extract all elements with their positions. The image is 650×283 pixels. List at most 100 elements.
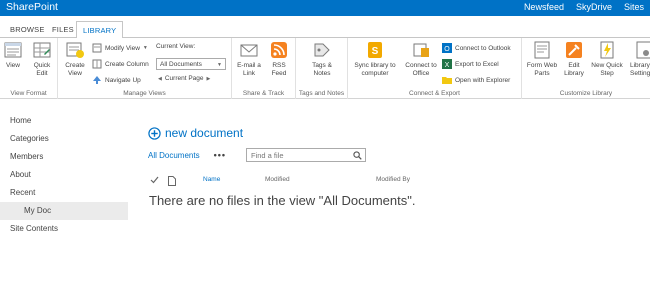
sharepoint-brand[interactable]: SharePoint: [6, 1, 58, 13]
current-view-label: Current View:: [156, 43, 196, 50]
column-header-name[interactable]: Name: [203, 176, 220, 183]
view-icon: [4, 42, 22, 58]
tags-notes-button[interactable]: Tags & Notes: [306, 40, 338, 77]
group-share-track: E-mail a Link RSS Feed Share & Track: [232, 38, 296, 99]
email-icon: [240, 44, 258, 57]
export-excel-label: Export to Excel: [455, 60, 499, 68]
chevron-right-icon: ▶: [206, 75, 211, 82]
library-settings-label: Library Settings: [630, 62, 650, 77]
search-icon[interactable]: [353, 151, 362, 160]
tab-library[interactable]: LIBRARY: [76, 21, 124, 39]
email-link-button[interactable]: E-mail a Link: [235, 40, 263, 77]
chevron-down-icon: ▼: [217, 62, 222, 68]
open-explorer-button[interactable]: Open with Explorer: [442, 75, 510, 85]
view-label: View: [6, 62, 20, 69]
nav-item-my-doc[interactable]: My Doc: [0, 202, 128, 220]
create-column-icon: [92, 59, 102, 69]
svg-text:S: S: [372, 46, 379, 57]
nav-item-categories[interactable]: Categories: [0, 130, 128, 148]
connect-outlook-label: Connect to Outlook: [455, 44, 511, 52]
current-view-select[interactable]: All Documents ▼: [156, 58, 226, 70]
library-settings-button[interactable]: Library Settings: [630, 40, 650, 77]
column-header-modified[interactable]: Modified: [265, 176, 290, 183]
select-all-checkmark-icon[interactable]: [150, 176, 159, 186]
customize-library-group-label: Customize Library: [559, 90, 613, 97]
tools-icon: [566, 42, 582, 58]
edit-library-button[interactable]: Edit Library: [560, 40, 588, 77]
column-header-modified-by[interactable]: Modified By: [376, 176, 410, 183]
sites-link[interactable]: Sites: [624, 2, 644, 12]
rss-feed-label: RSS Feed: [271, 62, 287, 77]
form-web-parts-label: Form Web Parts: [526, 62, 558, 77]
modify-view-button[interactable]: Modify View ▼: [92, 43, 148, 53]
newsfeed-link[interactable]: Newsfeed: [524, 2, 564, 12]
chevron-down-icon: ▼: [142, 45, 148, 51]
tags-notes-group-label: Tags and Notes: [298, 90, 345, 97]
view-button[interactable]: View: [2, 40, 24, 70]
connect-export-group-label: Connect & Export: [409, 90, 460, 97]
ribbon-tab-row: BROWSE FILES LIBRARY: [0, 16, 650, 39]
nav-item-members[interactable]: Members: [0, 148, 128, 166]
all-documents-view-link[interactable]: All Documents: [148, 151, 200, 160]
manage-views-group-label: Manage Views: [123, 90, 166, 97]
explorer-icon: [442, 77, 452, 84]
suite-bar: SharePoint Newsfeed SkyDrive Sites: [0, 0, 650, 16]
ribbon: View Quick Edit View Format Create View: [0, 38, 650, 99]
rss-icon: [271, 42, 287, 58]
view-selector-row: All Documents •••: [148, 148, 226, 162]
form-icon: [534, 41, 550, 59]
open-explorer-label: Open with Explorer: [455, 76, 511, 84]
nav-item-about[interactable]: About: [0, 166, 128, 184]
new-quick-step-label: New Quick Step: [591, 62, 623, 77]
search-placeholder: Find a file: [251, 151, 284, 160]
current-page-button[interactable]: ◀ Current Page ▶: [158, 75, 210, 82]
empty-view-message: There are no files in the view "All Docu…: [149, 193, 416, 208]
settings-icon: [636, 41, 650, 59]
skydrive-link[interactable]: SkyDrive: [576, 2, 612, 12]
create-column-button[interactable]: Create Column: [92, 59, 149, 69]
new-document-button[interactable]: new document: [148, 126, 243, 140]
quick-edit-label: Quick Edit: [33, 62, 51, 77]
nav-item-home[interactable]: Home: [0, 112, 128, 130]
group-manage-views: Create View Modify View ▼ Create Column …: [58, 38, 232, 99]
edit-library-label: Edit Library: [564, 62, 584, 77]
connect-office-button[interactable]: Connect to Office: [404, 40, 438, 77]
new-document-label: new document: [165, 126, 244, 140]
create-view-icon: [66, 42, 84, 58]
connect-outlook-button[interactable]: O Connect to Outlook: [442, 43, 511, 53]
svg-text:X: X: [445, 62, 450, 69]
quick-edit-icon: [33, 42, 51, 58]
modify-view-icon: [92, 43, 102, 53]
find-file-search-box[interactable]: Find a file: [246, 148, 366, 162]
new-quick-step-button[interactable]: New Quick Step: [590, 40, 624, 77]
suite-links: Newsfeed SkyDrive Sites: [524, 2, 644, 12]
chevron-left-icon: ◀: [158, 75, 162, 82]
add-circle-icon: [148, 126, 161, 140]
tab-browse[interactable]: BROWSE: [4, 21, 51, 38]
current-page-label: Current Page: [164, 75, 204, 82]
sync-library-label: Sync library to computer: [354, 62, 396, 77]
nav-item-recent[interactable]: Recent: [0, 184, 128, 202]
excel-icon: X: [442, 59, 452, 69]
share-track-group-label: Share & Track: [242, 90, 285, 97]
navigate-up-label: Navigate Up: [105, 76, 141, 84]
form-web-parts-button[interactable]: Form Web Parts: [526, 40, 558, 77]
create-column-label: Create Column: [105, 60, 149, 68]
left-navigation: Home Categories Members About Recent My …: [0, 112, 128, 238]
sync-library-button[interactable]: S Sync library to computer: [350, 40, 400, 77]
quick-edit-button[interactable]: Quick Edit: [28, 40, 56, 77]
group-tags-notes: Tags & Notes Tags and Notes: [296, 38, 348, 99]
create-view-button[interactable]: Create View: [62, 40, 88, 77]
more-views-ellipsis[interactable]: •••: [214, 150, 226, 160]
export-excel-button[interactable]: X Export to Excel: [442, 59, 499, 69]
nav-item-site-contents[interactable]: Site Contents: [0, 220, 128, 238]
group-customize-library: Form Web Parts Edit Library New Quick St…: [522, 38, 650, 99]
quick-step-icon: [600, 41, 614, 59]
sync-icon: S: [368, 42, 382, 58]
navigate-up-button[interactable]: Navigate Up: [92, 75, 141, 85]
current-view-value: All Documents: [160, 61, 202, 68]
office-icon: [413, 43, 429, 57]
rss-feed-button[interactable]: RSS Feed: [266, 40, 292, 77]
tag-icon: [314, 43, 330, 57]
tab-files[interactable]: FILES: [46, 21, 80, 38]
